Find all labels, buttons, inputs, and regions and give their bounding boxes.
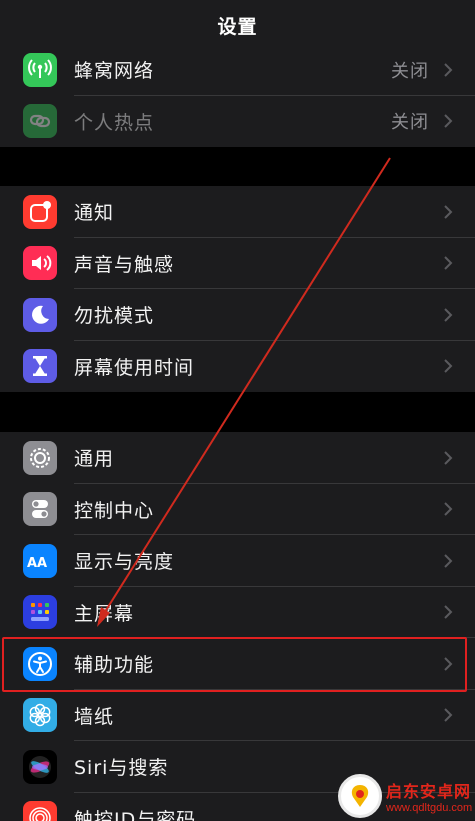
toggles-icon	[23, 492, 57, 527]
settings-row-sounds[interactable]: 声音与触感	[0, 238, 475, 289]
svg-text:AA: AA	[27, 556, 47, 571]
chevron-right-icon	[444, 554, 453, 568]
settings-row-label: 控制中心	[74, 499, 155, 522]
settings-group-notifications: 通知 声音与触感 勿扰模式 屏幕使用时间	[0, 186, 475, 392]
settings-row-label: 显示与亮度	[74, 551, 175, 574]
settings-group-network: 蜂窝网络 关闭 个人热点 关闭	[0, 44, 475, 147]
chevron-right-icon	[444, 359, 453, 373]
settings-row-label: Siri与搜索	[74, 757, 169, 780]
chevron-right-icon	[444, 451, 453, 465]
chevron-right-icon	[444, 205, 453, 219]
page-title: 设置	[217, 15, 258, 38]
watermark-title: 启东安卓网	[386, 781, 472, 801]
wallpaper-flower-icon	[23, 698, 57, 733]
fingerprint-icon	[23, 801, 57, 821]
settings-row-personal-hotspot[interactable]: 个人热点 关闭	[0, 96, 475, 148]
settings-row-label: 屏幕使用时间	[74, 356, 195, 379]
chevron-right-icon	[444, 63, 453, 77]
display-aa-icon: AA	[23, 543, 57, 578]
watermark-logo	[338, 773, 382, 818]
settings-row-label: 通知	[74, 202, 115, 225]
chevron-right-icon	[444, 114, 453, 128]
chevron-right-icon	[444, 256, 453, 270]
settings-row-control-center[interactable]: 控制中心	[0, 484, 475, 535]
settings-row-home-screen[interactable]: 主屏幕	[0, 587, 475, 638]
watermark: 启东安卓网 www.qdltgdu.com	[338, 770, 475, 821]
settings-group-general: 通用 控制中心 AA 显示与亮度 主屏幕 辅助功能 墙纸 Siri与搜索 触控I…	[0, 432, 475, 821]
cellular-icon	[23, 52, 57, 87]
home-screen-icon	[23, 595, 57, 630]
moon-icon	[23, 297, 57, 332]
hotspot-icon	[23, 104, 57, 139]
settings-row-label: 勿扰模式	[74, 305, 155, 328]
notifications-icon	[23, 194, 57, 229]
settings-row-display-brightness[interactable]: AA 显示与亮度	[0, 535, 475, 587]
chevron-right-icon	[444, 657, 453, 671]
settings-row-cellular[interactable]: 蜂窝网络 关闭	[0, 44, 475, 96]
settings-row-accessibility[interactable]: 辅助功能	[0, 638, 475, 690]
settings-row-wallpaper[interactable]: 墙纸	[0, 690, 475, 741]
settings-row-label: 个人热点	[74, 111, 155, 134]
settings-row-screen-time[interactable]: 屏幕使用时间	[0, 341, 475, 393]
settings-row-general[interactable]: 通用	[0, 432, 475, 484]
navigation-bar: 设置	[0, 0, 475, 50]
settings-row-label: 墙纸	[74, 705, 115, 728]
hourglass-icon	[23, 349, 57, 384]
settings-row-label: 蜂窝网络	[74, 60, 155, 83]
settings-row-label: 声音与触感	[74, 253, 175, 276]
settings-row-label: 通用	[74, 448, 115, 471]
chevron-right-icon	[444, 308, 453, 322]
chevron-right-icon	[444, 605, 453, 619]
settings-row-label: 辅助功能	[74, 654, 155, 677]
sound-icon	[23, 246, 57, 281]
siri-icon	[23, 749, 57, 784]
accessibility-icon	[23, 646, 57, 681]
settings-row-notifications[interactable]: 通知	[0, 186, 475, 238]
settings-row-value: 关闭	[391, 60, 429, 82]
settings-row-value: 关闭	[391, 112, 429, 134]
settings-row-do-not-disturb[interactable]: 勿扰模式	[0, 289, 475, 341]
chevron-right-icon	[444, 502, 453, 516]
gear-icon	[23, 440, 57, 475]
watermark-url: www.qdltgdu.com	[386, 801, 473, 814]
settings-row-label: 主屏幕	[74, 602, 135, 625]
chevron-right-icon	[444, 708, 453, 722]
settings-row-label: 触控ID与密码	[74, 808, 197, 821]
